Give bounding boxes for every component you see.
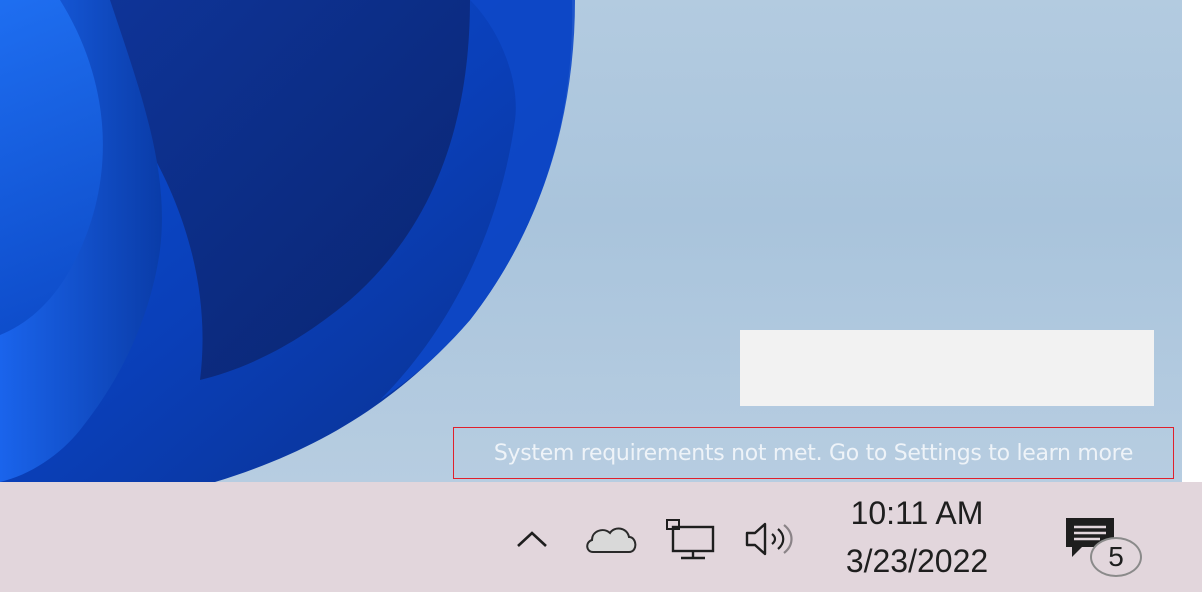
windows-screen: System requirements not met. Go to Setti… — [0, 0, 1202, 592]
clock-time: 10:11 AM — [850, 495, 984, 531]
notification-count-badge: 5 — [1090, 537, 1142, 577]
chevron-up-icon — [517, 531, 547, 547]
clock-date: 3/23/2022 — [845, 543, 989, 579]
wallpaper-bloom — [0, 0, 575, 482]
volume-icon — [745, 522, 793, 556]
blank-panel — [740, 330, 1154, 406]
clock-button[interactable]: 10:11 AM 3/23/2022 — [822, 489, 1012, 589]
activation-watermark: System requirements not met. Go to Setti… — [453, 427, 1174, 479]
volume-button[interactable] — [740, 514, 800, 564]
onedrive-button[interactable] — [580, 518, 642, 562]
network-icon — [666, 519, 715, 560]
show-hidden-icons-button[interactable] — [508, 520, 556, 560]
desktop[interactable]: System requirements not met. Go to Setti… — [0, 0, 1182, 482]
onedrive-cloud-icon — [586, 527, 637, 553]
network-button[interactable] — [660, 514, 720, 564]
screen-edge — [1182, 0, 1202, 482]
watermark-text: System requirements not met. Go to Setti… — [493, 440, 1134, 466]
